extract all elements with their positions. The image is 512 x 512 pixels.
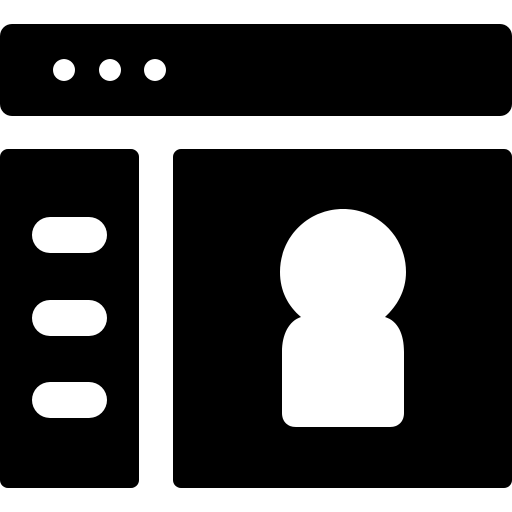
browser-profile-icon bbox=[0, 0, 512, 512]
window-dot-1 bbox=[53, 59, 75, 81]
user-avatar-icon bbox=[278, 209, 408, 427]
sidebar-line-3 bbox=[32, 382, 107, 418]
sidebar-line-2 bbox=[32, 300, 107, 336]
window-title-bar bbox=[0, 24, 512, 116]
content-panel bbox=[173, 149, 512, 488]
window-dot-3 bbox=[144, 59, 166, 81]
sidebar-line-1 bbox=[32, 217, 107, 253]
sidebar-panel bbox=[0, 149, 139, 488]
window-dot-2 bbox=[99, 59, 121, 81]
